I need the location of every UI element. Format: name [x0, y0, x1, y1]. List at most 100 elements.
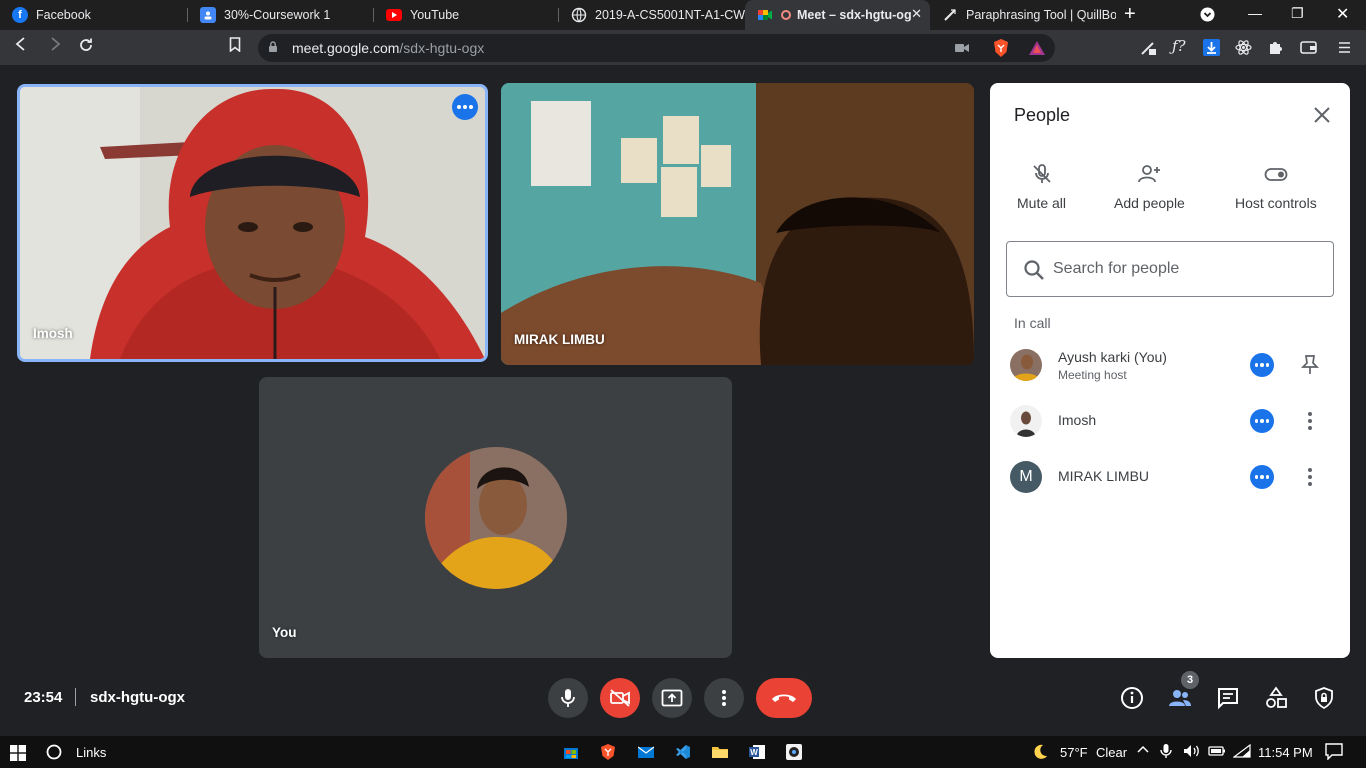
- video-tile-you[interactable]: You: [259, 377, 732, 658]
- close-panel-icon[interactable]: [1312, 105, 1332, 125]
- more-vert-icon[interactable]: [1300, 410, 1320, 432]
- chat-icon[interactable]: [1216, 686, 1240, 710]
- bookmark-icon[interactable]: [229, 37, 241, 57]
- windows-start-icon[interactable]: [10, 745, 26, 761]
- brave-rewards-icon[interactable]: [1029, 41, 1045, 55]
- cortana-icon[interactable]: [46, 744, 62, 760]
- weather-condition[interactable]: Clear: [1096, 745, 1127, 760]
- add-people-button[interactable]: Add people: [1114, 163, 1185, 211]
- notifications-icon[interactable]: [1325, 743, 1343, 763]
- more-vert-icon: [722, 690, 726, 706]
- camera-off-button[interactable]: [600, 678, 640, 718]
- tab-label: Meet – sdx-hgtu-og: [797, 8, 912, 22]
- tab-facebook[interactable]: f Facebook: [0, 0, 188, 30]
- tab-coursework[interactable]: 30%-Coursework 1: [188, 0, 374, 30]
- mic-icon: [561, 689, 575, 707]
- avatar: M: [1010, 461, 1042, 493]
- host-controls-button[interactable]: Host controls: [1235, 163, 1317, 211]
- participant-name: Imosh: [1058, 412, 1097, 428]
- participant-options-button[interactable]: [1250, 353, 1274, 377]
- participant-options-button[interactable]: [1250, 465, 1274, 489]
- links-toolbar[interactable]: Links: [76, 745, 106, 760]
- search-icon: [1024, 260, 1044, 280]
- minimize-icon[interactable]: —: [1248, 5, 1262, 21]
- mute-all-label: Mute all: [1017, 195, 1067, 211]
- weather-moon-icon[interactable]: [1031, 743, 1049, 764]
- address-bar[interactable]: meet.google.com/sdx-hgtu-ogx: [258, 34, 1055, 62]
- vscode-icon[interactable]: [675, 744, 691, 760]
- mute-all-button[interactable]: Mute all: [1017, 163, 1066, 211]
- pen-extension-icon[interactable]: [1140, 39, 1157, 56]
- toggle-icon: [1264, 168, 1288, 181]
- restore-icon[interactable]: ❐: [1291, 5, 1304, 22]
- tile-options-button[interactable]: [452, 94, 478, 120]
- pin-icon[interactable]: [1300, 354, 1320, 376]
- chevron-up-icon[interactable]: [1137, 743, 1149, 760]
- battery-icon[interactable]: [1208, 744, 1226, 761]
- host-safety-icon[interactable]: [1312, 686, 1336, 710]
- classroom-icon: [200, 7, 216, 23]
- volume-icon[interactable]: [1183, 744, 1201, 761]
- people-icon[interactable]: [1168, 686, 1192, 710]
- participant-count-badge: 3: [1181, 671, 1199, 689]
- tab-label: Paraphrasing Tool | QuillBot: [966, 8, 1116, 22]
- participant-video-imosh: [20, 87, 485, 359]
- mail-icon[interactable]: [638, 744, 654, 760]
- tab-search-icon[interactable]: [1200, 7, 1215, 25]
- tab-quillbot[interactable]: Paraphrasing Tool | QuillBot: [930, 0, 1116, 30]
- system-clock[interactable]: 11:54 PM: [1258, 745, 1313, 760]
- brave-shields-icon[interactable]: [993, 39, 1009, 57]
- tile-name-imosh: Imosh: [33, 326, 73, 341]
- webcam-app-icon[interactable]: [786, 744, 802, 760]
- weather-temperature[interactable]: 57°F: [1060, 745, 1088, 760]
- mic-off-icon: [1032, 164, 1051, 183]
- videocam-off-icon: [610, 689, 630, 707]
- wifi-icon[interactable]: [1232, 743, 1251, 761]
- search-input[interactable]: [1053, 256, 1313, 282]
- file-explorer-icon[interactable]: [712, 744, 728, 760]
- meeting-details-icon[interactable]: [1120, 686, 1144, 710]
- activities-icon[interactable]: [1264, 686, 1288, 710]
- reload-icon[interactable]: [78, 37, 94, 58]
- word-icon[interactable]: W: [749, 744, 765, 760]
- brave-browser-icon[interactable]: [600, 744, 616, 760]
- present-screen-button[interactable]: [652, 678, 692, 718]
- meeting-code[interactable]: sdx-hgtu-ogx: [90, 689, 185, 706]
- host-controls-label: Host controls: [1235, 195, 1317, 211]
- browser-tab-strip: f Facebook 30%-Coursework 1 YouTube 2019…: [0, 0, 1366, 30]
- globe-icon: [571, 7, 587, 23]
- more-vert-icon[interactable]: [1300, 466, 1320, 488]
- tab-label: Facebook: [36, 8, 91, 22]
- video-tile-mirak[interactable]: MIRAK LIMBU: [501, 83, 974, 365]
- tab-meet[interactable]: Meet – sdx-hgtu-og ✕: [745, 0, 930, 30]
- microphone-tray-icon[interactable]: [1160, 743, 1172, 762]
- close-tab-icon[interactable]: ✕: [911, 6, 922, 22]
- window-close-icon[interactable]: ✕: [1336, 4, 1349, 24]
- tab-youtube[interactable]: YouTube: [374, 0, 559, 30]
- panel-title: People: [1014, 105, 1071, 125]
- formula-extension-icon[interactable]: ƒ?: [1172, 37, 1189, 55]
- svg-text:W: W: [750, 748, 758, 757]
- tab-cs5001[interactable]: 2019-A-CS5001NT-A1-CW-: [559, 0, 745, 30]
- participant-role: Meeting host: [1058, 368, 1127, 382]
- react-devtools-icon[interactable]: [1235, 39, 1252, 56]
- browser-menu-icon[interactable]: [1336, 39, 1353, 56]
- tile-name-you: You: [272, 625, 297, 640]
- store-icon[interactable]: [563, 744, 579, 760]
- wallet-icon[interactable]: [1300, 39, 1317, 56]
- windows-taskbar: Links W 57°F Clear 11:54 PM: [0, 736, 1366, 768]
- leave-call-button[interactable]: [756, 678, 812, 718]
- video-tile-imosh[interactable]: Imosh: [17, 84, 488, 362]
- download-extension-icon[interactable]: [1203, 39, 1220, 56]
- microphone-button[interactable]: [548, 678, 588, 718]
- tab-label: 30%-Coursework 1: [224, 8, 331, 22]
- new-tab-button[interactable]: +: [1124, 3, 1136, 26]
- people-search-box[interactable]: [1006, 241, 1334, 297]
- more-options-button[interactable]: [704, 678, 744, 718]
- camera-permission-icon[interactable]: [955, 43, 969, 53]
- back-icon[interactable]: [14, 37, 28, 56]
- extensions-puzzle-icon[interactable]: [1267, 39, 1284, 56]
- participant-options-button[interactable]: [1250, 409, 1274, 433]
- forward-icon[interactable]: [48, 37, 62, 56]
- participant-video-mirak: [501, 83, 974, 365]
